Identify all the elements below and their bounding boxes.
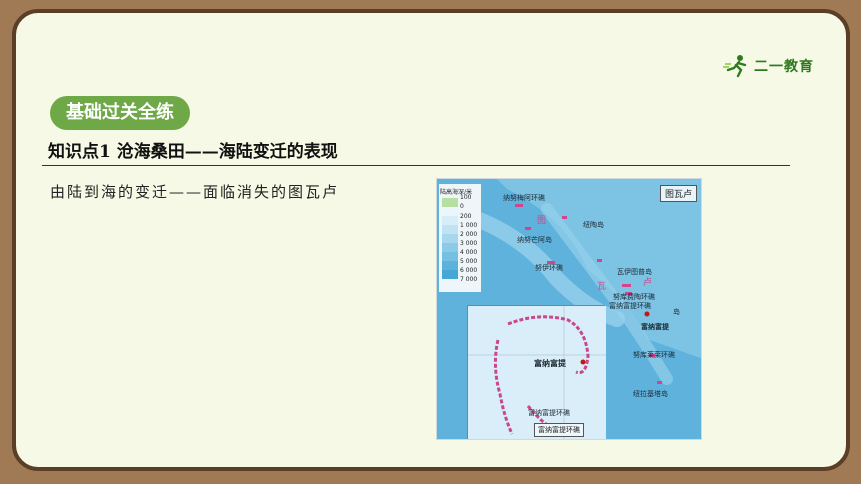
tuvalu-map: 陆高海深/米 100 0 200 1 000 2 000 3 000 4 000… — [436, 178, 702, 440]
map-label: 富纳富提 — [641, 322, 669, 331]
map-label: 瓦 — [597, 282, 607, 292]
legend-value: 6 000 — [460, 267, 478, 274]
map-label: 纽陶岛 — [583, 221, 604, 229]
map-label: 努库莱莱环礁 — [633, 351, 675, 359]
map-label: 努伊环礁 — [535, 264, 563, 272]
legend-value: 5 000 — [460, 258, 478, 265]
legend-value: 200 — [460, 213, 472, 220]
legend-value: 7 000 — [460, 276, 478, 283]
map-legend: 陆高海深/米 100 0 200 1 000 2 000 3 000 4 000… — [439, 184, 481, 292]
legend-swatch — [442, 252, 458, 261]
inset-city-label: 富纳富提 — [534, 358, 566, 368]
legend-swatch — [442, 207, 458, 216]
subtitle: 由陆到海的变迁——面临消失的图瓦卢 — [50, 183, 340, 201]
inset-map: 富纳富提 富纳富提环礁 富纳富提环礁 — [467, 305, 606, 439]
map-label: 图 — [537, 216, 547, 226]
map-title: 图瓦卢 — [659, 185, 697, 202]
inset-atoll-label: 富纳富提环礁 — [528, 409, 570, 417]
map-label: 富纳富提环礁 — [609, 302, 651, 310]
title-divider — [42, 165, 790, 166]
legend-value: 4 000 — [460, 249, 478, 256]
map-label: 纽拉基塔岛 — [633, 390, 668, 398]
brand-logo: 二一教育 — [723, 53, 814, 79]
map-label: 纳努梅阿环礁 — [503, 194, 545, 202]
legend-swatch — [442, 261, 458, 270]
section-title: 知识点1 沧海桑田——海陆变迁的表现 — [48, 142, 338, 162]
slide-board: 二一教育 基础过关全练 — [12, 9, 850, 471]
legend-swatch — [442, 216, 458, 225]
legend-swatch — [442, 225, 458, 234]
legend-value: 0 — [460, 203, 464, 210]
runner-icon — [723, 54, 751, 78]
map-label: 卢 — [643, 278, 653, 288]
logo-text: 二一教育 — [754, 58, 814, 74]
legend-swatch — [442, 243, 458, 252]
legend-value: 3 000 — [460, 240, 478, 247]
section-badge: 基础过关全练 — [50, 96, 190, 130]
atoll-shape — [468, 306, 606, 439]
legend-swatch — [442, 270, 458, 279]
legend-value: 2 000 — [460, 231, 478, 238]
inset-caption: 富纳富提环礁 — [534, 423, 584, 437]
legend-swatch — [442, 234, 458, 243]
map-label: 岛 — [673, 308, 680, 316]
legend-value: 1 000 — [460, 222, 478, 229]
map-label: 纳努芒阿岛 — [517, 236, 552, 244]
legend-swatch — [442, 198, 458, 207]
legend-value: 100 — [460, 194, 472, 201]
